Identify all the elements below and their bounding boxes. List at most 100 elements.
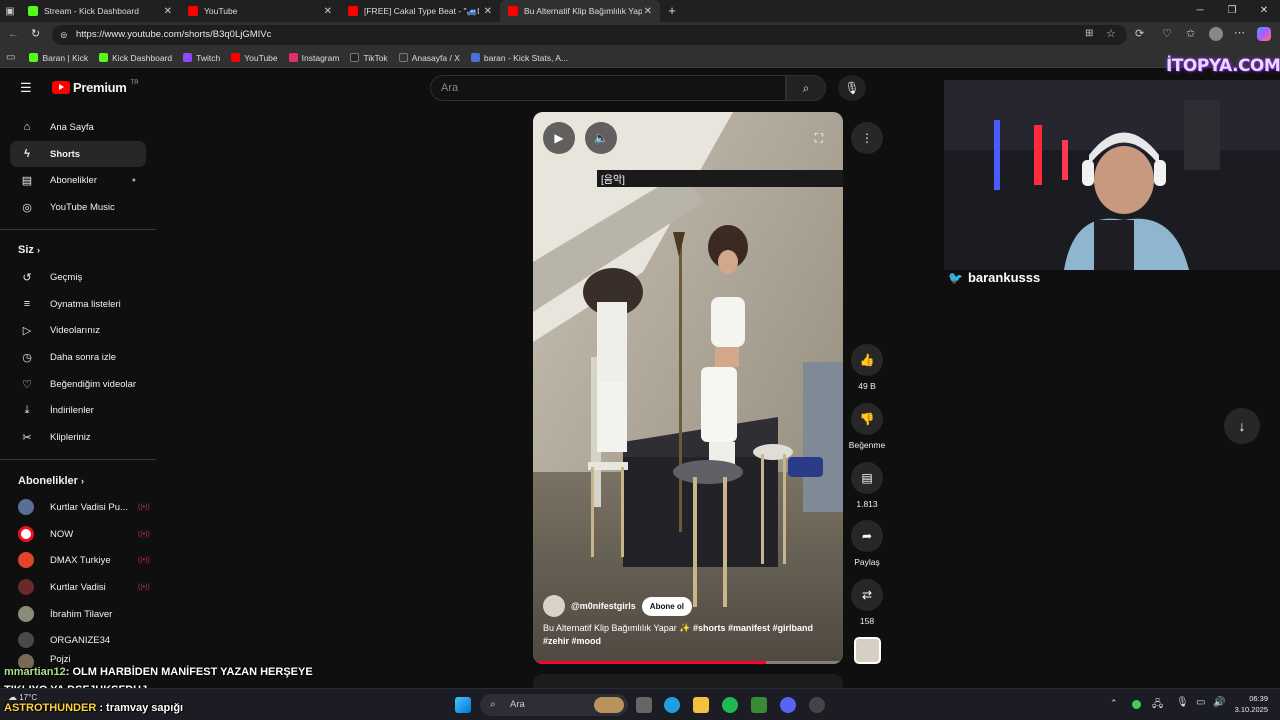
minimize-icon[interactable]: ─ [1184, 0, 1216, 22]
close-icon[interactable]: ✕ [324, 6, 332, 17]
back-icon[interactable]: ← [8, 28, 19, 40]
subscribe-button[interactable]: Abone ol [641, 596, 693, 616]
tab-cakal-beat[interactable]: [FREE] Cakal Type Beat - "🚙LİMA ✕ [340, 0, 500, 22]
sound-thumbnail[interactable] [854, 637, 881, 664]
bookmark-item[interactable]: baran - Kick Stats, A... [470, 53, 568, 63]
copilot-icon[interactable] [1257, 27, 1271, 41]
next-short-preview[interactable] [533, 674, 843, 688]
sidebar-item-youtube-music[interactable]: ◎ YouTube Music [10, 194, 146, 220]
youtube-premium-logo[interactable]: Premium TR [52, 80, 139, 95]
arrow-down-icon[interactable]: ↓ [1224, 408, 1260, 444]
file-explorer-icon[interactable] [693, 697, 709, 713]
sidebar-item-liked-videos[interactable]: ♡ Beğendiğim videolar [10, 371, 146, 397]
comment-icon[interactable]: ▤ [851, 462, 883, 494]
sidebar-item-history[interactable]: ↺ Geçmiş [10, 264, 146, 290]
remix-icon[interactable]: ⇄ [851, 579, 883, 611]
section-you-title[interactable]: Siz › [18, 244, 40, 256]
discord-icon[interactable] [780, 697, 796, 713]
share-icon[interactable]: ➦ [851, 520, 883, 552]
search-icon[interactable]: ⌕ [786, 75, 826, 101]
edge-icon[interactable] [664, 697, 680, 713]
maximize-icon[interactable]: ❐ [1216, 0, 1248, 22]
volume-icon[interactable]: 🔈 [585, 122, 617, 154]
sidebar-item-clips[interactable]: ✂ Klipleriniz [10, 424, 146, 450]
your-videos-icon: ▷ [22, 324, 32, 337]
volume-tray-icon[interactable]: 🔊 [1213, 697, 1225, 708]
site-info-icon[interactable]: ⊜ [60, 30, 68, 41]
sidebar-item-playlists[interactable]: ≡ Oynatma listeleri [10, 291, 146, 317]
bookmark-item[interactable]: Anasayfa / X [398, 53, 460, 63]
app-icon[interactable] [809, 697, 825, 713]
tab-active-short[interactable]: Bu Alternatif Klip Bağımlılık Yapar ✕ [500, 0, 660, 22]
subscription-item[interactable]: DMAX Turkiye ((•)) [10, 547, 150, 573]
progress-bar[interactable] [533, 661, 843, 664]
tab-kick-dashboard[interactable]: Stream - Kick Dashboard ✕ [20, 0, 180, 22]
play-icon[interactable]: ▶ [543, 122, 575, 154]
sidebar-item-shorts[interactable]: ϟ Shorts [10, 141, 146, 167]
sidebar-item-your-videos[interactable]: ▷ Videolarınız [10, 317, 146, 343]
network-icon[interactable]: 🖧 [1152, 697, 1163, 714]
subscription-item[interactable]: İbrahim Tilaver [10, 601, 146, 627]
display-icon[interactable]: ▭ [1196, 697, 1205, 708]
shorts-video-player[interactable]: ▶ 🔈 ⛶ [음악] @m0nifestgirls Abone ol Bu Al… [533, 112, 843, 664]
more-options-icon[interactable]: ⋮ [851, 122, 883, 154]
channel-avatar[interactable] [543, 595, 565, 617]
close-icon[interactable]: ✕ [164, 6, 172, 17]
extensions-icon[interactable]: ⟳ [1135, 27, 1144, 40]
tray-status-icon[interactable] [1132, 700, 1141, 709]
profile-avatar[interactable] [1209, 27, 1223, 41]
tab-actions-icon[interactable]: ▣ [0, 0, 20, 22]
apps-icon[interactable]: ⊞ [1085, 28, 1093, 39]
windows-start-icon[interactable] [455, 697, 471, 713]
collections-icon[interactable]: ✩ [1186, 27, 1195, 40]
bookmark-item[interactable]: Twitch [183, 53, 220, 63]
reading-view-icon[interactable]: ▭ [6, 52, 15, 63]
favorite-star-icon[interactable]: ☆ [1106, 27, 1116, 40]
thumbs-up-icon[interactable]: 👍 [851, 344, 883, 376]
bookmark-item[interactable]: Kick Dashboard [99, 53, 172, 63]
bookmark-label: Kick Dashboard [112, 52, 173, 63]
performance-icon[interactable]: ♡ [1162, 27, 1172, 40]
url-field[interactable]: https://www.youtube.com/shorts/B3q0LjGMI… [52, 25, 1127, 45]
microphone-icon[interactable]: 🎙 [838, 75, 866, 101]
bookmark-item[interactable]: TikTok [350, 53, 388, 63]
thumbs-down-icon[interactable]: 👎 [851, 403, 883, 435]
more-menu-icon[interactable]: ⋯ [1234, 26, 1245, 39]
hashtags[interactable]: #shorts #manifest #girlband [693, 623, 813, 633]
task-view-icon[interactable] [636, 697, 652, 713]
bookmark-item[interactable]: Baran | Kick [29, 53, 88, 63]
search-input[interactable]: Ara [430, 75, 786, 101]
bookmark-item[interactable]: YouTube [231, 53, 278, 63]
channel-handle[interactable]: @m0nifestgirls [571, 601, 636, 611]
sidebar-item-home[interactable]: ⌂ Ana Sayfa [10, 114, 146, 140]
close-icon[interactable]: ✕ [484, 6, 492, 17]
hamburger-menu-icon[interactable]: ☰ [20, 80, 32, 96]
app-icon[interactable] [751, 697, 767, 713]
tray-chevron-icon[interactable]: ⌃ [1110, 698, 1118, 709]
share-action[interactable]: ➦ Paylaş [851, 520, 883, 567]
like-action[interactable]: 👍 49 B [851, 344, 883, 391]
section-subscriptions-title[interactable]: Abonelikler › [18, 475, 84, 487]
subscription-item[interactable]: ORGANIZE34 [10, 627, 146, 653]
fullscreen-icon[interactable]: ⛶ [803, 122, 835, 154]
close-icon[interactable]: ✕ [644, 6, 652, 17]
hashtags[interactable]: #zehir #mood [543, 636, 601, 646]
sidebar-item-watch-later[interactable]: ◷ Daha sonra izle [10, 344, 146, 370]
tab-youtube[interactable]: YouTube ✕ [180, 0, 340, 22]
sidebar-item-downloads[interactable]: ⤓ İndirilenler [10, 397, 146, 423]
taskbar-search[interactable]: ⌕ Ara [480, 694, 628, 716]
system-clock[interactable]: 06:39 3.10.2025 [1230, 693, 1268, 715]
refresh-icon[interactable]: ↻ [31, 27, 40, 40]
remix-action[interactable]: ⇄ 158 [851, 579, 883, 626]
subscription-item[interactable]: Kurtlar Vadisi ((•)) [10, 574, 150, 600]
microphone-tray-icon[interactable]: 🎙 [1176, 697, 1189, 708]
close-window-icon[interactable]: ✕ [1248, 0, 1280, 22]
subscription-item[interactable]: Kurtlar Vadisi Pu... ((•)) [10, 494, 150, 520]
dislike-action[interactable]: 👎 Beğenme [849, 403, 885, 450]
bookmark-item[interactable]: Instagram [288, 53, 339, 63]
new-tab-button[interactable]: + [660, 0, 684, 22]
subscription-item[interactable]: NOW ((•)) [10, 521, 150, 547]
sidebar-item-subscriptions[interactable]: ▤ Abonelikler ● [10, 167, 146, 193]
comments-action[interactable]: ▤ 1.813 [851, 462, 883, 509]
spotify-icon[interactable] [722, 697, 738, 713]
